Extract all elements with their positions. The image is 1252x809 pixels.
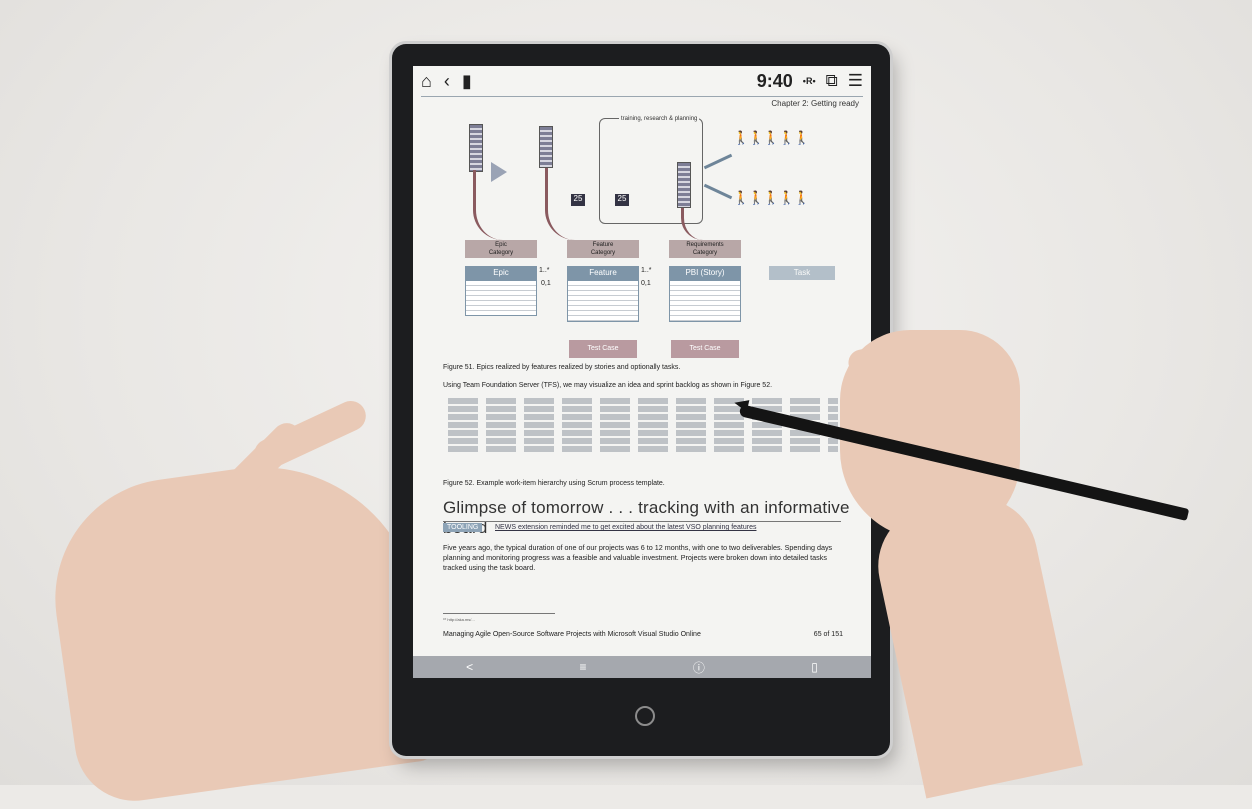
body-paragraph: Five years ago, the typical duration of … [443, 543, 833, 572]
heading-rule [443, 521, 841, 522]
table-row [448, 438, 838, 444]
clock: 9:40 [756, 70, 793, 91]
category-title: Feature [592, 242, 614, 248]
category-subtitle: Category [590, 250, 616, 256]
entity-body [669, 280, 741, 322]
people-icon: 🚶🚶🚶🚶🚶 [733, 190, 810, 205]
curve-line [473, 170, 506, 240]
relation-label: 0,1 [641, 280, 651, 287]
backlog-stack [469, 124, 483, 172]
status-bar: ⌂ ‹ ▮ 9:40 •R• ⧉ ☰ [413, 66, 871, 96]
chapter-header: Chapter 2: Getting ready [771, 99, 859, 108]
category-subtitle: Category [692, 250, 718, 256]
relation-label: 0,1 [541, 280, 551, 287]
people-icon: 🚶🚶🚶🚶🚶 [733, 130, 810, 145]
arrow-icon [703, 183, 733, 200]
relation-label: 1..* [641, 267, 652, 274]
book-title: Managing Agile Open-Source Software Proj… [443, 631, 701, 638]
figure51-caption: Figure 51. Epics realized by features re… [443, 364, 681, 371]
section-heading: Glimpse of tomorrow . . . tracking with … [443, 498, 850, 537]
table-row [448, 406, 838, 412]
tfs-sentence: Using Team Foundation Server (TFS), we m… [443, 382, 773, 389]
entity-epic: Epic [465, 266, 537, 280]
figure52-caption: Figure 52. Example work-item hierarchy u… [443, 480, 665, 487]
backlog-stack [539, 126, 553, 168]
table-row [448, 430, 838, 436]
bottom-toolbar: < ≡ ⓘ ▯ [413, 656, 871, 678]
calendar-icon: 25 [615, 194, 629, 206]
curve-line [545, 168, 578, 240]
entity-body [465, 280, 537, 316]
test-case-box: Test Case [671, 340, 739, 358]
settings-icon[interactable]: ≡ [580, 660, 587, 674]
relation-label: 1..* [539, 267, 550, 274]
entity-feature: Feature [567, 266, 639, 280]
test-case-box: Test Case [569, 340, 637, 358]
trash-icon[interactable]: ▮ [462, 71, 472, 92]
tooling-tag: TOOLING [443, 523, 483, 532]
entity-task: Task [769, 266, 835, 280]
category-title: Requirements [686, 242, 724, 248]
footnote: ⁶⁰ http://aka.ms/... [443, 617, 475, 622]
category-feature: Feature Category [567, 240, 639, 258]
agile-diagram: training, research & planning 25 25 🚶🚶🚶🚶… [413, 112, 871, 362]
entity-body [567, 280, 639, 322]
menu-icon[interactable]: ☰ [848, 71, 863, 91]
info-icon[interactable]: ⓘ [693, 659, 705, 676]
entity-pbi: PBI (Story) [669, 266, 741, 280]
page-number: 65 of 151 [813, 631, 843, 638]
back-icon[interactable]: ‹ [444, 71, 450, 92]
category-requirements: Requirements Category [669, 240, 741, 258]
footnote-rule [443, 613, 555, 614]
home-icon[interactable]: ⌂ [421, 71, 432, 92]
work-item-table [448, 398, 838, 456]
category-subtitle: Category [488, 250, 514, 256]
news-link[interactable]: NEWS extension reminded me to get excite… [495, 524, 756, 531]
curve-line [681, 208, 714, 240]
home-button[interactable] [635, 706, 655, 726]
table-row [448, 446, 838, 452]
table-row [448, 398, 838, 404]
share-icon[interactable]: < [466, 660, 473, 674]
radio-icon: •R• [802, 76, 816, 86]
split-view-icon[interactable]: ⧉ [826, 71, 838, 91]
category-epic: Epic Category [465, 240, 537, 258]
planning-label: training, research & planning [619, 116, 700, 122]
status-divider [421, 96, 863, 97]
e-ink-screen: ⌂ ‹ ▮ 9:40 •R• ⧉ ☰ Chapter 2: Getting re… [413, 66, 871, 678]
delete-icon[interactable]: ▯ [811, 660, 818, 674]
arrow-icon [703, 153, 733, 170]
category-title: Epic [495, 242, 507, 248]
